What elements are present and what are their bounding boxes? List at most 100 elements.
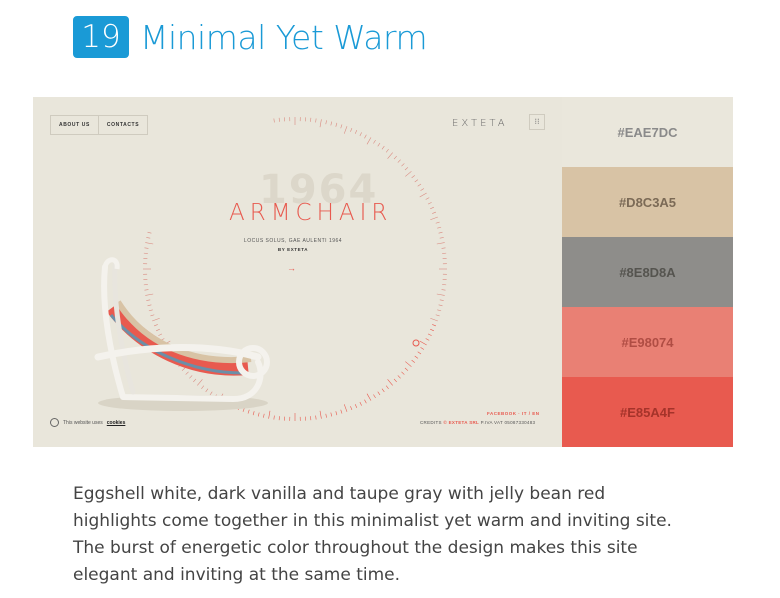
section-number-badge: 19 [73, 16, 129, 58]
product-subline: LOCUS SOLUS, GAE AULENTI 1964 [243, 238, 343, 244]
section-title: Minimal Yet Warm [140, 18, 428, 57]
dial-tick [404, 167, 409, 171]
dial-tick [146, 237, 151, 239]
dial-tick [385, 385, 389, 389]
dial-tick [319, 119, 322, 128]
dial-tick [405, 361, 412, 367]
dial-tick [325, 413, 327, 418]
website-screenshot: ABOUT US CONTACTS EXTETA ⁝⁝ 1964 ARMCHAI… [33, 97, 733, 447]
credits-brand: © EXTETA SRL [443, 420, 480, 425]
dial-tick [393, 155, 397, 160]
dial-tick [435, 221, 440, 224]
cookie-icon [50, 418, 59, 427]
dial-tick [397, 375, 401, 379]
dial-tick [414, 355, 419, 359]
dial-tick [437, 309, 442, 312]
dial-tick [432, 324, 437, 327]
dial-tick [405, 171, 412, 177]
dial-tick [404, 367, 409, 371]
dial-tick [315, 118, 317, 123]
swatch-dark-vanilla: #D8C3A5 [562, 167, 733, 237]
dial-tick [343, 404, 348, 412]
dial-tick [411, 359, 415, 363]
dial-tick [335, 411, 338, 416]
dial-tick [420, 347, 425, 350]
dial-tick [354, 404, 358, 408]
dial-tick [435, 314, 440, 317]
dial-tick [330, 121, 333, 126]
dial-tick [438, 231, 443, 234]
dial-tick [430, 317, 438, 322]
cookie-link[interactable]: cookies [107, 420, 126, 426]
credits-vat: P.IVA VAT 05087330483 [480, 420, 536, 425]
dial-tick [359, 132, 362, 137]
dial-tick [425, 338, 430, 341]
dial-tick [387, 379, 393, 386]
dial-tick [417, 351, 422, 355]
dial-tick [366, 137, 372, 145]
dial-tick [401, 163, 405, 167]
dial-tick [441, 289, 446, 291]
dial-tick [430, 206, 434, 210]
dial-tick [393, 378, 397, 383]
dial-tick [273, 118, 275, 123]
dial-tick [377, 391, 381, 396]
dial-tick [340, 409, 343, 414]
dial-tick [430, 328, 434, 332]
dial-tick [377, 142, 381, 147]
dial-tick [425, 197, 430, 200]
dial-tick [315, 415, 317, 420]
dial-tick [366, 393, 372, 401]
dial-tick [381, 145, 385, 150]
cookie-text: This website uses [63, 419, 103, 426]
next-arrow-icon[interactable]: → [287, 263, 296, 273]
dial-tick [438, 304, 443, 307]
dial-tick [411, 175, 415, 179]
credits-link[interactable]: CREDITS [420, 420, 442, 425]
dial-tick [439, 299, 444, 301]
product-title: ARMCHAIR [229, 200, 393, 226]
dial-handle-icon [412, 339, 420, 347]
swatch-taupe-gray: #8E8D8A [562, 237, 733, 307]
swatch-eggshell: #EAE7DC [562, 97, 733, 167]
dial-tick [401, 371, 405, 375]
dial-tick [417, 183, 422, 187]
site-credits: CREDITS © EXTETA SRL P.IVA VAT 050873304… [420, 420, 535, 425]
dial-tick [325, 120, 327, 125]
swatch-jelly-bean-red: #E85A4F [562, 377, 733, 447]
dial-tick [381, 388, 385, 393]
dial-tick [350, 406, 353, 411]
site-preview: ABOUT US CONTACTS EXTETA ⁝⁝ 1964 ARMCHAI… [33, 97, 562, 447]
dial-tick [364, 399, 367, 404]
dial-tick [427, 202, 432, 205]
dial-tick [319, 410, 322, 419]
dial-tick [373, 139, 376, 144]
dial-tick [359, 401, 362, 406]
swatch-salmon: #E98074 [562, 307, 733, 377]
social-language-links[interactable]: FACEBOOK · IT / EN [487, 411, 540, 416]
dial-tick [419, 192, 427, 198]
dial-tick [397, 159, 401, 163]
dial-tick [430, 216, 438, 221]
dial-tick [436, 242, 445, 245]
dial-tick [436, 293, 445, 296]
dial-tick [330, 412, 333, 417]
dial-tick [414, 179, 419, 183]
dial-tick [385, 149, 389, 153]
dial-tick [419, 340, 427, 346]
dial-tick [364, 134, 367, 139]
description-paragraph: Eggshell white, dark vanilla and taupe g… [73, 484, 672, 585]
dial-tick [373, 394, 376, 399]
color-palette: #EAE7DC #D8C3A5 #8E8D8A #E98074 #E85A4F [562, 97, 733, 447]
dial-tick [427, 333, 432, 336]
cookie-notice: This website uses cookies [50, 418, 125, 427]
dial-tick [420, 188, 425, 191]
dial-tick [354, 130, 358, 134]
dial-tick [147, 231, 152, 234]
dial-tick [340, 124, 343, 129]
dial-tick [335, 122, 338, 127]
dial-tick [441, 247, 446, 249]
dial-tick [387, 152, 393, 159]
armchair-image [94, 257, 270, 411]
dial-tick [145, 242, 154, 245]
